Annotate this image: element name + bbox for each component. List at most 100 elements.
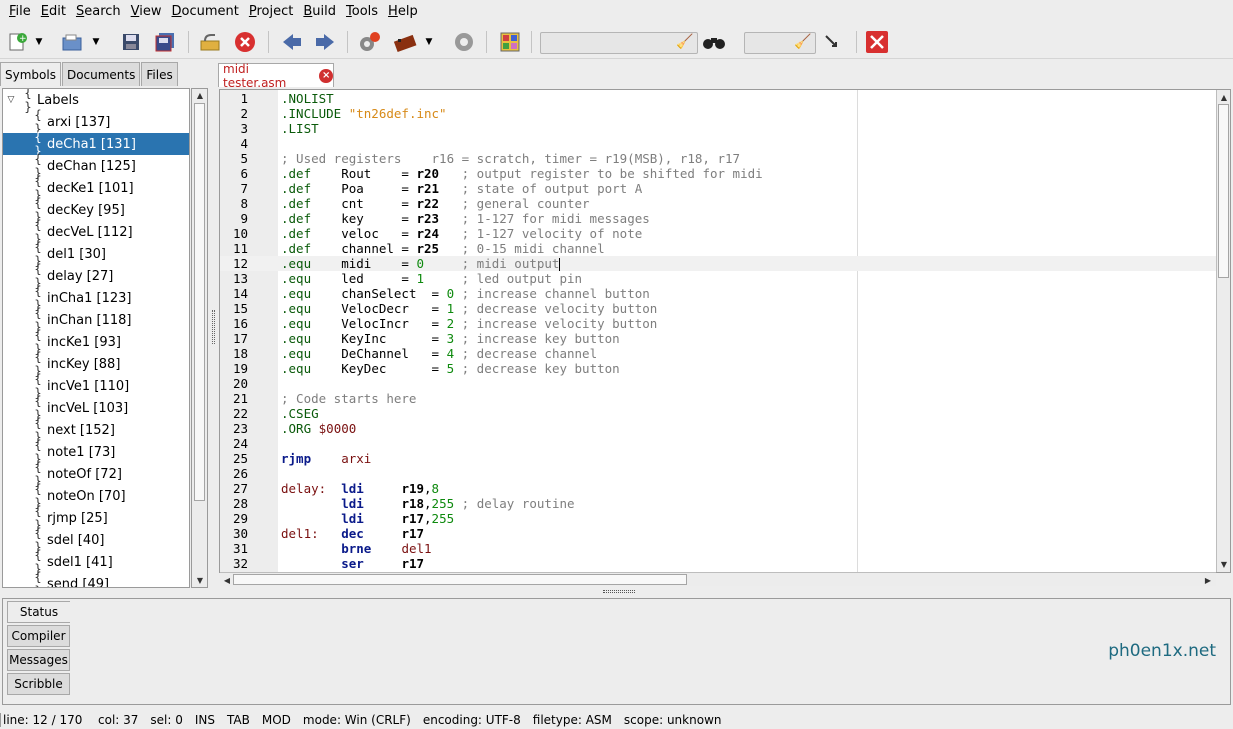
line-number: 27 bbox=[232, 481, 248, 496]
line-number: 10 bbox=[232, 226, 248, 241]
menu-view[interactable]: View bbox=[126, 4, 167, 19]
menu-edit[interactable]: Edit bbox=[36, 4, 71, 19]
menu-help[interactable]: Help bbox=[383, 4, 423, 19]
menu-build[interactable]: Build bbox=[298, 4, 341, 19]
code-line: 21 ; Code starts here bbox=[220, 391, 1230, 406]
clear-icon[interactable]: 🧹 bbox=[675, 32, 695, 52]
save-all-icon[interactable] bbox=[153, 30, 177, 54]
tab-compiler[interactable]: Compiler bbox=[7, 625, 70, 647]
menu-tools[interactable]: Tools bbox=[341, 4, 383, 19]
menu-document[interactable]: Document bbox=[167, 4, 244, 19]
scroll-up-icon[interactable]: ▲ bbox=[194, 89, 206, 101]
code-line: 3 .LIST bbox=[220, 121, 1230, 136]
document-tab[interactable]: midi tester.asm × bbox=[218, 62, 334, 90]
code-text: .def key = r23 ; 1-127 for midi messages bbox=[281, 211, 650, 226]
code-text: .CSEG bbox=[281, 406, 319, 421]
goto-line-icon[interactable] bbox=[820, 30, 844, 54]
run-icon[interactable] bbox=[452, 30, 476, 54]
line-number: 30 bbox=[232, 526, 248, 541]
code-text: .def Poa = r21 ; state of output port A bbox=[281, 181, 643, 196]
chevron-down-icon[interactable]: ▼ bbox=[32, 30, 46, 54]
scroll-right-icon[interactable]: ▶ bbox=[1202, 574, 1214, 586]
status-field: filetype: ASM bbox=[532, 712, 612, 727]
line-number: 22 bbox=[232, 406, 248, 421]
tab-scribble[interactable]: Scribble bbox=[7, 673, 70, 695]
code-line: 4 bbox=[220, 136, 1230, 151]
menu-mnemonic: H bbox=[388, 3, 398, 19]
code-text: .NOLIST bbox=[281, 91, 334, 106]
close-icon[interactable]: × bbox=[319, 68, 333, 83]
tree-item-label: noteOf [72] bbox=[47, 466, 122, 482]
new-file-icon[interactable]: + bbox=[5, 30, 29, 54]
scroll-down-icon[interactable]: ▼ bbox=[194, 574, 206, 586]
compile-icon[interactable] bbox=[358, 30, 382, 54]
menu-label: ocument bbox=[181, 3, 239, 19]
editor-hscrollbar[interactable]: ◀ ▶ bbox=[220, 572, 1216, 586]
status-field: scope: unknown bbox=[623, 712, 722, 727]
tab-files[interactable]: Files bbox=[141, 62, 178, 86]
build-icon[interactable] bbox=[393, 30, 417, 54]
tab-status[interactable]: Status bbox=[7, 601, 70, 623]
line-number: 3 bbox=[240, 121, 248, 136]
status-field: line: 12 / 170 bbox=[0, 712, 94, 727]
scroll-left-icon[interactable]: ◀ bbox=[221, 574, 233, 586]
tab-messages[interactable]: Messages bbox=[7, 649, 70, 671]
code-text: .ORG $0000 bbox=[281, 421, 357, 436]
tree-item[interactable]: { } send [49] bbox=[3, 570, 189, 587]
revert-icon[interactable] bbox=[198, 30, 222, 54]
code-line: 28 ldi r18,255 ; delay routine bbox=[220, 496, 1230, 511]
scroll-up-icon[interactable]: ▲ bbox=[1218, 91, 1230, 103]
forward-icon[interactable] bbox=[313, 30, 337, 54]
back-icon[interactable] bbox=[280, 30, 304, 54]
open-file-icon[interactable] bbox=[60, 30, 84, 54]
expander-icon[interactable]: ▽ bbox=[3, 95, 19, 105]
clear-icon[interactable]: 🧹 bbox=[793, 32, 813, 52]
line-number: 19 bbox=[232, 361, 248, 376]
svg-text:+: + bbox=[19, 34, 27, 44]
color-chooser-icon[interactable] bbox=[498, 30, 522, 54]
editor-vscrollbar[interactable]: ▲ ▼ bbox=[1216, 90, 1230, 572]
code-line: 23 .ORG $0000 bbox=[220, 421, 1230, 436]
tab-symbols[interactable]: Symbols bbox=[0, 62, 61, 86]
chevron-down-icon[interactable]: ▼ bbox=[422, 30, 436, 54]
code-line: 10 .def veloc = r24 ; 1-127 velocity of n… bbox=[220, 226, 1230, 241]
menu-label: ools bbox=[351, 3, 379, 19]
line-number: 28 bbox=[232, 496, 248, 511]
close-file-icon[interactable] bbox=[233, 30, 257, 54]
line-number: 25 bbox=[232, 451, 248, 466]
save-icon[interactable] bbox=[119, 30, 143, 54]
text-caret bbox=[559, 258, 561, 271]
toolbar: + ▼ ▼ ▼ 🧹 🧹 bbox=[0, 23, 1233, 59]
tab-documents[interactable]: Documents bbox=[61, 62, 141, 86]
find-icon[interactable] bbox=[702, 30, 726, 54]
chevron-down-icon[interactable]: ▼ bbox=[89, 30, 103, 54]
code-text: .equ KeyDec = 5 ; decrease key button bbox=[281, 361, 620, 376]
menu-search[interactable]: Search bbox=[71, 4, 126, 19]
splitter-handle[interactable] bbox=[603, 590, 635, 593]
code-line: 15 .equ VelocDecr = 1 ; decrease velocity… bbox=[220, 301, 1230, 316]
scrollbar-thumb[interactable] bbox=[1218, 104, 1229, 278]
sidebar-scrollbar[interactable]: ▲ ▼ bbox=[191, 88, 208, 588]
status-field: col: 37 bbox=[98, 712, 139, 727]
code-line: 31 brne del1 bbox=[220, 541, 1230, 556]
code-text: .def channel = r25 ; 0-15 midi channel bbox=[281, 241, 605, 256]
line-number: 4 bbox=[240, 136, 248, 151]
code-editor[interactable]: 1 .NOLIST 2 .INCLUDE "tn26def.inc" 3 .LIST 4 5;… bbox=[219, 89, 1231, 573]
menu-mnemonic: E bbox=[40, 3, 49, 19]
menu-file[interactable]: File bbox=[4, 4, 36, 19]
code-text: .equ DeChannel = 4 ; decrease channel bbox=[281, 346, 598, 361]
line-number: 18 bbox=[232, 346, 248, 361]
quit-icon[interactable] bbox=[865, 30, 889, 54]
scrollbar-thumb[interactable] bbox=[233, 574, 687, 585]
scrollbar-thumb[interactable] bbox=[194, 103, 205, 501]
line-number: 14 bbox=[232, 286, 248, 301]
scroll-down-icon[interactable]: ▼ bbox=[1218, 558, 1230, 570]
tree-item-label: deCha1 [131] bbox=[47, 136, 136, 152]
code-text: .equ KeyInc = 3 ; increase key button bbox=[281, 331, 620, 346]
splitter-handle[interactable] bbox=[212, 310, 215, 344]
code-line: 1 .NOLIST bbox=[220, 91, 1230, 106]
line-number: 17 bbox=[232, 331, 248, 346]
menu-project[interactable]: Project bbox=[244, 4, 299, 19]
code-text: .equ VelocDecr = 1 ; decrease velocity b… bbox=[281, 301, 658, 316]
menu-mnemonic: S bbox=[75, 3, 85, 19]
